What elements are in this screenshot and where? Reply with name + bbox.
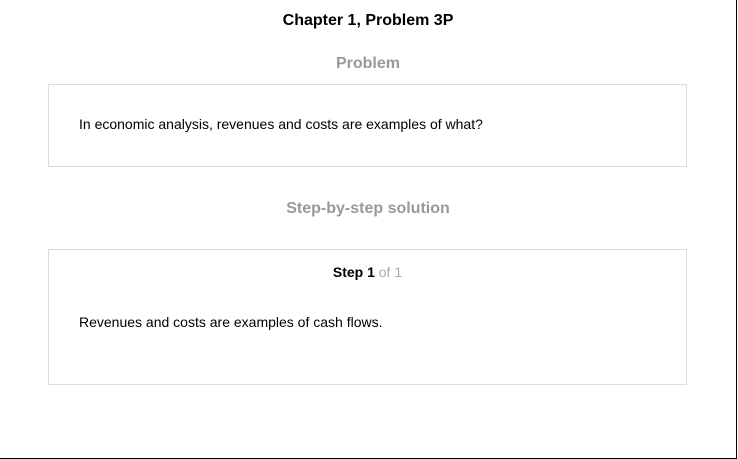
solution-heading: Step-by-step solution xyxy=(286,200,450,217)
problem-text: In economic analysis, revenues and costs… xyxy=(79,116,483,132)
solution-step-card: Step 1 of 1 Revenues and costs are examp… xyxy=(48,249,687,385)
step-header: Step 1 of 1 xyxy=(49,264,686,280)
step-count: of 1 xyxy=(378,264,403,280)
solution-text: Revenues and costs are examples of cash … xyxy=(79,314,383,330)
problem-card: In economic analysis, revenues and costs… xyxy=(48,84,687,167)
solution-page: Chapter 1, Problem 3P Problem In economi… xyxy=(0,0,737,459)
step-label: Step 1 xyxy=(332,264,375,280)
page-title: Chapter 1, Problem 3P xyxy=(282,12,454,29)
problem-heading: Problem xyxy=(335,55,400,72)
